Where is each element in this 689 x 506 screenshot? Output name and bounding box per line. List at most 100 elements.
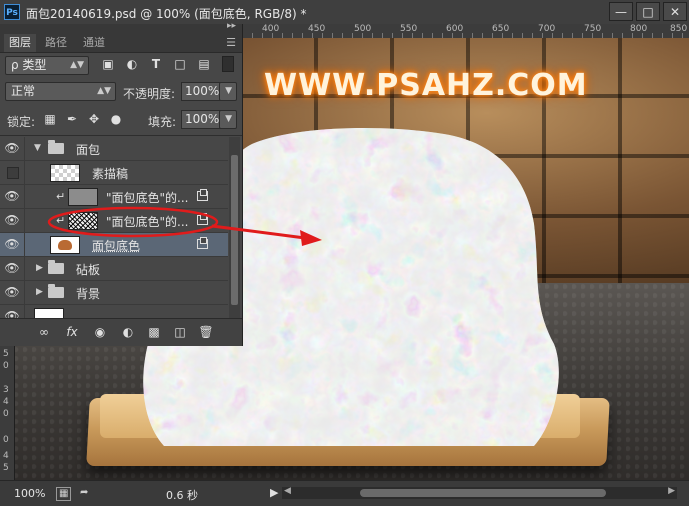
layer-name: 面包 <box>76 143 101 157</box>
lock-fill-row: 锁定: ▦ ✒ ✥ ● 填充: 100% ▼ <box>0 110 242 134</box>
smart-object-icon <box>197 189 208 201</box>
watermark-text: WWW.PSAHZ.COM <box>264 68 588 103</box>
adjustment-filter-icon[interactable]: ◐ <box>124 56 140 72</box>
lock-all-icon[interactable]: ● <box>108 111 124 127</box>
status-bar: 100% ▦ ➦ 0.6 秒 ▶ ◀ ▶ <box>0 480 689 506</box>
smart-object-filter-icon[interactable]: ▤ <box>196 56 212 72</box>
scrollbar-thumb[interactable] <box>231 155 238 305</box>
minimize-button[interactable]: — <box>609 2 633 21</box>
panel-menu-icon[interactable]: ☰ <box>226 36 236 49</box>
tab-paths[interactable]: 路径 <box>40 34 72 52</box>
eye-icon[interactable]: 👁 <box>4 284 20 300</box>
lock-transparent-pixels-icon[interactable]: ▦ <box>42 111 58 127</box>
layer-name: 面包底色 <box>92 239 141 253</box>
folder-icon <box>48 284 64 298</box>
proof-setup-icon[interactable]: ▦ <box>56 487 72 501</box>
layer-name: 砧板 <box>76 263 101 277</box>
panel-header[interactable]: ▸▸ <box>0 21 242 34</box>
layer-row-partial[interactable]: 👁 <box>0 305 228 318</box>
blend-mode-dropdown[interactable]: 正常 ▲▼ <box>5 82 116 101</box>
scroll-right-icon[interactable]: ▶ <box>668 486 675 496</box>
chevron-down-icon: ▼ <box>225 86 232 96</box>
divider <box>24 305 25 318</box>
status-menu-arrow-icon[interactable]: ▶ <box>270 486 278 499</box>
window-controls: — □ ✕ <box>606 2 687 21</box>
zoom-level[interactable]: 100% <box>14 487 45 500</box>
type-filter-icon[interactable]: T <box>148 56 164 72</box>
timing-readout: 0.6 秒 <box>166 489 198 502</box>
layer-row-sketch[interactable]: 素描稿 <box>0 161 228 185</box>
layer-row-clipped-smart-2[interactable]: 👁 ↵ "面包底色"的... <box>0 209 228 233</box>
panel-tabs: 图层 路径 通道 ☰ <box>0 34 242 53</box>
tab-layers[interactable]: 图层 <box>4 34 36 52</box>
share-icon[interactable]: ➦ <box>80 487 88 499</box>
fx-icon[interactable]: fx <box>64 324 80 340</box>
ruler-tick-label: 600 <box>446 24 464 34</box>
scroll-left-icon[interactable]: ◀ <box>284 486 291 496</box>
layer-list: 👁 ▼ 面包 素描稿 👁 ↵ "面包底色"的... 👁 ↵ "面包底色"的...… <box>0 137 228 318</box>
layer-row-group-board[interactable]: 👁 ▶ 砧板 <box>0 257 228 281</box>
layer-filter-kind-dropdown[interactable]: ρ 类型 ▲▼ <box>5 56 89 75</box>
layer-row-bread-base[interactable]: 👁 面包底色 <box>0 233 228 257</box>
layer-row-group-bread[interactable]: 👁 ▼ 面包 <box>0 137 228 161</box>
horizontal-ruler[interactable]: 400 450 500 550 600 650 700 750 800 850 <box>242 24 689 39</box>
chevron-right-icon[interactable]: ▶ <box>36 287 43 297</box>
folder-icon <box>48 260 64 274</box>
layer-name: "面包底色"的... <box>106 215 189 229</box>
layer-name: 背景 <box>76 287 101 301</box>
ruler-tick-label: 800 <box>630 24 648 34</box>
divider <box>24 209 25 233</box>
document-title: 面包20140619.psd @ 100% (面包底色, RGB/8) * <box>26 7 307 21</box>
opacity-value: 100% <box>185 84 220 98</box>
title-bar: Ps 面包20140619.psd @ 100% (面包底色, RGB/8) *… <box>0 0 689 25</box>
layers-panel: ▸▸ 图层 路径 通道 ☰ ρ 类型 ▲▼ ▣ ◐ T □ ▤ 正常 ▲▼ 不透… <box>0 21 243 346</box>
ruler-tick-label: 400 <box>262 24 280 34</box>
chevron-down-icon[interactable]: ▼ <box>34 143 41 153</box>
blend-opacity-row: 正常 ▲▼ 不透明度: 100% ▼ <box>0 81 242 105</box>
opacity-slider-button[interactable]: ▼ <box>219 82 237 101</box>
ruler-tick-label: 5 <box>3 463 9 473</box>
restore-button[interactable]: □ <box>636 2 660 21</box>
adjustment-layer-icon[interactable]: ◐ <box>120 324 136 340</box>
shape-filter-icon[interactable]: □ <box>172 56 188 72</box>
folder-icon <box>48 140 64 154</box>
eye-icon[interactable]: 👁 <box>4 212 20 228</box>
chevron-down-icon: ▼ <box>225 114 232 124</box>
lock-image-pixels-icon[interactable]: ✒ <box>64 111 80 127</box>
image-filter-icon[interactable]: ▣ <box>100 56 116 72</box>
fill-slider-button[interactable]: ▼ <box>219 110 237 129</box>
ruler-tick-label: 4 <box>3 451 9 461</box>
ruler-tick-label: 650 <box>492 24 510 34</box>
visibility-off-box[interactable] <box>7 167 19 179</box>
eye-icon[interactable]: 👁 <box>4 308 20 318</box>
smart-object-icon <box>197 237 208 249</box>
filter-toggle-switch[interactable] <box>222 56 234 72</box>
chevron-right-icon[interactable]: ▶ <box>36 263 43 273</box>
close-button[interactable]: ✕ <box>663 2 687 21</box>
eye-icon[interactable]: 👁 <box>4 140 20 156</box>
layer-list-scrollbar[interactable] <box>229 137 240 318</box>
scrollbar-thumb[interactable] <box>360 489 606 497</box>
lock-position-icon[interactable]: ✥ <box>86 111 102 127</box>
divider <box>24 161 25 185</box>
eye-icon[interactable]: 👁 <box>4 260 20 276</box>
layer-filter-row: ρ 类型 ▲▼ ▣ ◐ T □ ▤ <box>0 54 242 78</box>
panel-divider <box>0 135 242 136</box>
new-layer-icon[interactable]: ◫ <box>172 324 188 340</box>
horizontal-scrollbar[interactable]: ◀ ▶ <box>282 486 677 499</box>
chevron-down-icon: ▲▼ <box>70 60 84 70</box>
tab-channels[interactable]: 通道 <box>78 34 110 52</box>
add-mask-icon[interactable]: ◉ <box>92 324 108 340</box>
delete-layer-icon[interactable]: 🗑 <box>198 324 214 340</box>
collapse-panel-icon[interactable]: ▸▸ <box>227 21 236 31</box>
layer-thumbnail <box>50 236 80 254</box>
opacity-label: 不透明度: <box>123 87 176 101</box>
layer-row-clipped-smart-1[interactable]: 👁 ↵ "面包底色"的... <box>0 185 228 209</box>
eye-icon[interactable]: 👁 <box>4 236 20 252</box>
link-layers-icon[interactable]: ∞ <box>36 324 52 340</box>
vertical-ruler[interactable]: 5 0 3 4 0 0 4 5 <box>0 345 15 480</box>
layer-row-group-background[interactable]: 👁 ▶ 背景 <box>0 281 228 305</box>
new-group-icon[interactable]: ▩ <box>146 324 162 340</box>
eye-icon[interactable]: 👁 <box>4 188 20 204</box>
divider <box>24 281 25 305</box>
